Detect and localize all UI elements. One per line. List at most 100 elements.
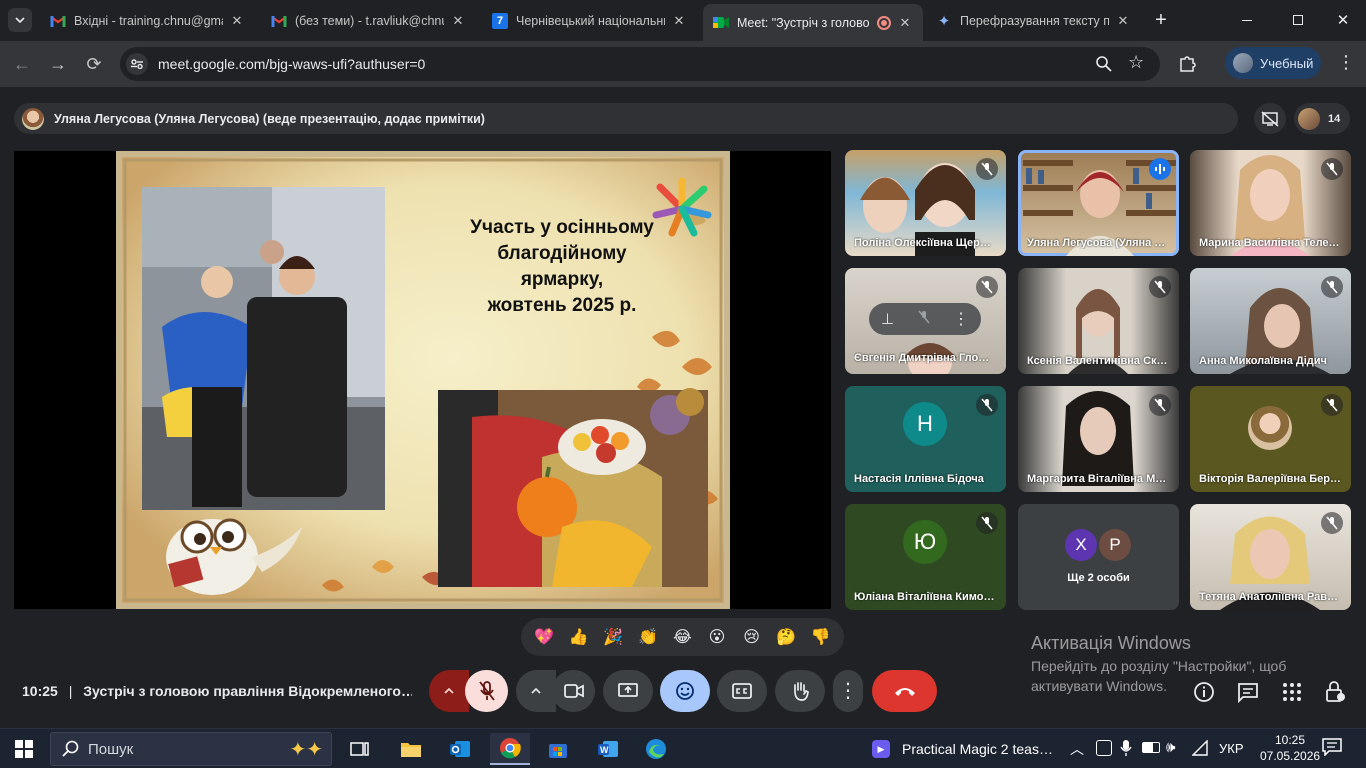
minimize-button[interactable]	[1232, 10, 1262, 30]
task-view-button[interactable]	[340, 733, 380, 765]
address-bar[interactable]: meet.google.com/bjg-waws-ufi?authuser=0 …	[120, 47, 1160, 81]
participant-tile[interactable]: Тетяна Анатоліївна Рав…	[1190, 504, 1351, 610]
chrome-button[interactable]	[490, 733, 530, 765]
store-button[interactable]	[538, 733, 578, 765]
avatar: Р	[1099, 529, 1131, 561]
participant-tile[interactable]: Маргарита Віталіївна М…	[1018, 386, 1179, 492]
taskbar-search[interactable]: Пошук ✦✦	[50, 732, 332, 766]
participant-tile[interactable]: Поліна Олексіївна Щер…	[845, 150, 1006, 256]
mic-off-icon	[1321, 158, 1343, 180]
mic-off-icon	[1321, 394, 1343, 416]
close-icon[interactable]: ✕	[229, 13, 245, 29]
tab-search-button[interactable]	[8, 8, 32, 32]
mic-toggle-button[interactable]	[465, 670, 508, 712]
reactions-button[interactable]	[660, 670, 710, 712]
tab-meet[interactable]: Meet: "Зустріч з голово ✕	[703, 4, 923, 41]
store-icon	[549, 744, 567, 758]
more-options-button[interactable]: ⋮	[833, 670, 863, 712]
reaction-sad-button[interactable]: 😢	[739, 624, 765, 650]
participant-tile[interactable]: Ю Юліана Віталіївна Кимо…	[845, 504, 1006, 610]
profile-button[interactable]: Учебный	[1225, 47, 1321, 79]
participant-tile[interactable]: Н Настасія Іллівна Бідоча	[845, 386, 1006, 492]
layout-toggle-button[interactable]	[1254, 103, 1286, 134]
reaction-thinking-button[interactable]: 🤔	[773, 624, 799, 650]
clock-time: 10:25	[1274, 733, 1306, 747]
reaction-thumbs-up-button[interactable]: 👍	[566, 624, 592, 650]
mic-options-button[interactable]	[429, 670, 469, 712]
participant-tile[interactable]: ⊥ ⋮ Євгенія Дмитрівна Гло…	[845, 268, 1006, 374]
browser-menu-icon[interactable]: ⋮	[1336, 52, 1356, 76]
chat-icon	[1238, 683, 1258, 704]
camera-toggle-button[interactable]	[552, 670, 595, 712]
participant-tile[interactable]: Ксенія Валентинівна Ск…	[1018, 268, 1179, 374]
site-info-icon[interactable]	[126, 53, 148, 75]
file-explorer-button[interactable]	[391, 733, 431, 765]
leave-call-button[interactable]	[872, 670, 937, 712]
camera-options-button[interactable]	[516, 670, 556, 712]
participant-tile[interactable]: Марина Василівна Теле…	[1190, 150, 1351, 256]
tab-university[interactable]: 7 Чернівецький національни ✕	[482, 6, 697, 35]
more-options-icon[interactable]: ⋮	[953, 309, 969, 329]
participant-tile[interactable]: Вікторія Валеріївна Бер…	[1190, 386, 1351, 492]
reaction-surprised-button[interactable]: 😮	[704, 624, 730, 650]
reaction-heart-button[interactable]: 💖	[531, 624, 557, 650]
back-button[interactable]: ←	[9, 51, 35, 77]
reaction-party-button[interactable]: 🎉	[600, 624, 626, 650]
meeting-time: 10:25	[22, 683, 58, 699]
zoom-search-icon[interactable]	[1095, 55, 1113, 73]
raise-hand-button[interactable]	[775, 670, 825, 712]
bookmark-star-icon[interactable]: ☆	[1128, 52, 1144, 73]
windows-activation-title: Активація Windows	[1031, 633, 1191, 653]
start-button[interactable]	[4, 733, 44, 765]
participant-tile[interactable]: Анна Миколаївна Дідич	[1190, 268, 1351, 374]
notifications-button[interactable]	[1322, 738, 1342, 761]
participant-tile[interactable]: Уляна Легусова (Уляна …	[1018, 150, 1179, 256]
tab-gemini[interactable]: ✦ Перефразування тексту пр ✕	[926, 6, 1141, 35]
reload-button[interactable]: ⟳	[81, 51, 107, 77]
close-icon[interactable]: ✕	[1115, 13, 1131, 29]
captions-button[interactable]	[717, 670, 767, 712]
tray-overflow-icon[interactable]: ︿	[1070, 739, 1084, 759]
chat-button[interactable]	[1237, 681, 1259, 704]
network-icon[interactable]	[1191, 739, 1208, 761]
reaction-thumbs-down-button[interactable]: 👎	[808, 624, 834, 650]
mic-off-icon	[976, 512, 998, 534]
meet-tray-icon[interactable]	[1096, 740, 1112, 756]
volume-icon[interactable]: 🕪	[1166, 739, 1175, 756]
tab-gmail-no-subject[interactable]: (без теми) - t.ravliuk@chnu. ✕	[261, 6, 476, 35]
participant-name: Маргарита Віталіївна М…	[1027, 473, 1167, 485]
tab-gmail-inbox[interactable]: Вхідні - training.chnu@gmai ✕	[40, 6, 255, 35]
language-indicator[interactable]: УКР	[1219, 741, 1244, 756]
outlook-icon	[450, 741, 470, 757]
close-window-button[interactable]: ✕	[1328, 9, 1358, 31]
participants-button[interactable]: 14	[1294, 103, 1350, 134]
clock[interactable]: 10:25 07.05.2026	[1260, 732, 1320, 764]
pin-icon[interactable]: ⊥	[881, 310, 894, 328]
media-widget[interactable]: ▶ Practical Magic 2 teas…	[872, 737, 1053, 761]
mic-off-icon	[1149, 394, 1171, 416]
restore-button[interactable]	[1283, 10, 1313, 30]
close-icon[interactable]: ✕	[671, 13, 687, 29]
extensions-icon[interactable]	[1178, 53, 1198, 73]
close-icon[interactable]: ✕	[897, 15, 913, 31]
task-view-icon	[350, 742, 369, 756]
more-participants-tile[interactable]: Х Р Ще 2 особи	[1018, 504, 1179, 610]
participant-name: Настасія Іллівна Бідоча	[854, 473, 984, 485]
meeting-details-button[interactable]	[1193, 681, 1215, 703]
microphone-tray-icon[interactable]	[1120, 739, 1132, 762]
participant-name: Марина Василівна Теле…	[1199, 237, 1340, 249]
present-screen-button[interactable]	[603, 670, 653, 712]
activities-button[interactable]	[1281, 681, 1303, 703]
edge-button[interactable]	[636, 733, 676, 765]
mute-participant-icon[interactable]	[917, 310, 930, 329]
reaction-laugh-button[interactable]: 😂	[669, 624, 695, 650]
word-button[interactable]: W	[588, 733, 628, 765]
close-icon[interactable]: ✕	[450, 13, 466, 29]
host-controls-button[interactable]	[1324, 680, 1346, 704]
mic-off-icon	[976, 276, 998, 298]
participant-name: Тетяна Анатоліївна Рав…	[1199, 591, 1338, 603]
outlook-button[interactable]	[440, 733, 480, 765]
forward-button[interactable]: →	[45, 51, 71, 77]
new-tab-button[interactable]: +	[1150, 9, 1172, 31]
reaction-clap-button[interactable]: 👏	[635, 624, 661, 650]
